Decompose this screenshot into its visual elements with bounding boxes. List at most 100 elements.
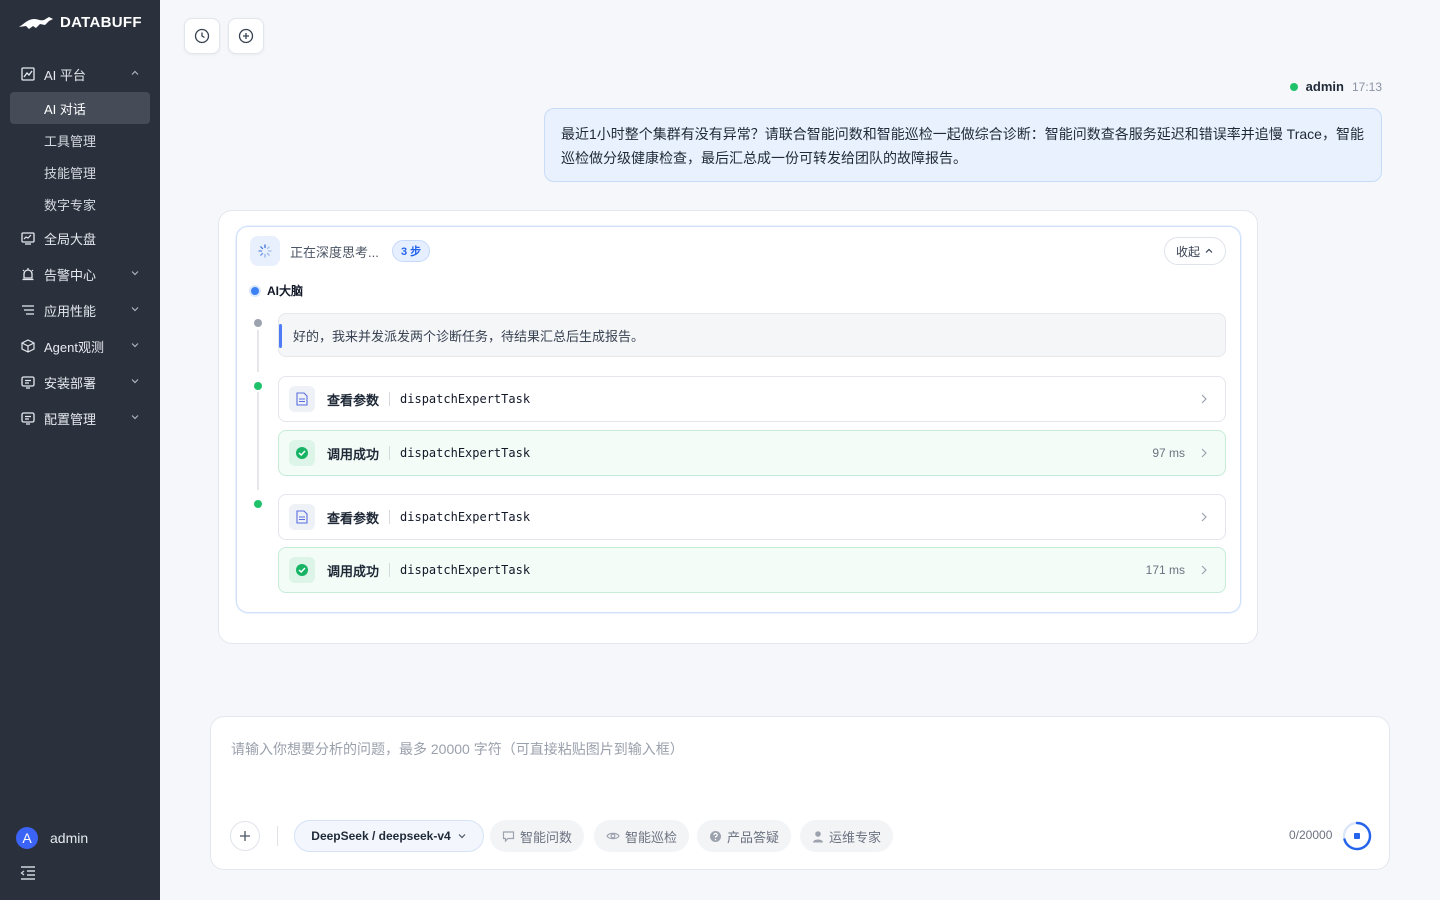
- chevron-down-icon: [458, 834, 466, 839]
- nav-ai-chat[interactable]: AI 对话: [10, 92, 150, 124]
- nav-ai-platform[interactable]: AI 平台: [10, 56, 150, 92]
- timeline-dot: [254, 382, 262, 390]
- user-message-bubble: 最近1小时整个集群有没有异常？请联合智能问数和智能巡检一起做综合诊断：智能问数查…: [544, 108, 1382, 182]
- thinking-spinner-icon: [250, 236, 280, 266]
- chip-smart-query[interactable]: 智能问数: [490, 820, 585, 852]
- chip-label: 产品答疑: [727, 829, 780, 845]
- sidebar-collapse-icon[interactable]: [20, 866, 36, 880]
- chat-icon: [502, 830, 515, 842]
- agent-dot: [251, 286, 259, 295]
- nav-label: AI 平台: [44, 67, 86, 83]
- plus-circle-icon: [238, 28, 254, 44]
- timeline-dot: [254, 319, 262, 327]
- nav-label: 配置管理: [44, 411, 97, 427]
- chevron-down-icon: [130, 412, 140, 422]
- check-circle-icon: [289, 440, 315, 466]
- thinking-status: 正在深度思考...: [290, 245, 379, 260]
- tool-call-params-row[interactable]: 查看参数 dispatchExpertTask: [278, 494, 1226, 540]
- steps-badge: 3 步: [392, 240, 431, 262]
- message-meta: admin 17:13: [1289, 79, 1382, 94]
- deploy-icon: [20, 374, 36, 390]
- chevron-right-icon: [1199, 447, 1209, 459]
- ai-chart-icon: [20, 66, 36, 82]
- alarm-icon: [20, 266, 36, 282]
- chip-label: 智能巡检: [625, 829, 678, 845]
- nav-install-deploy[interactable]: 安装部署: [10, 364, 150, 400]
- duration: 97 ms: [1152, 446, 1185, 460]
- tool-status-label: 调用成功: [327, 563, 380, 579]
- nav-config-management[interactable]: 配置管理: [10, 400, 150, 436]
- tool-name: dispatchExpertTask: [400, 510, 531, 524]
- duration: 171 ms: [1145, 563, 1185, 577]
- apm-icon: [20, 302, 36, 318]
- stop-generation-button[interactable]: [1342, 821, 1372, 851]
- history-button[interactable]: [184, 18, 220, 54]
- nav-label: 安装部署: [44, 375, 97, 391]
- user-name: admin: [50, 830, 89, 846]
- nav-label: 全局大盘: [44, 231, 97, 247]
- chevron-down-icon: [130, 340, 140, 350]
- tool-call-success-row[interactable]: 调用成功 dispatchExpertTask 97 ms: [278, 430, 1226, 476]
- nav-label: Agent观测: [44, 339, 104, 355]
- brand-logo[interactable]: DATABUFF: [18, 12, 142, 32]
- clock-icon: [194, 28, 210, 44]
- model-label: DeepSeek / deepseek-v4: [311, 829, 451, 843]
- agent-name: AI大脑: [267, 284, 304, 298]
- chip-label: 智能问数: [520, 829, 573, 845]
- eye-icon: [606, 832, 620, 840]
- panther-logo-icon: [19, 17, 53, 29]
- nav-tool-management[interactable]: 工具管理: [10, 124, 150, 156]
- tool-call-success-row[interactable]: 调用成功 dispatchExpertTask 171 ms: [278, 547, 1226, 593]
- question-icon: [710, 830, 721, 842]
- cube-icon: [20, 338, 36, 354]
- nav-digital-expert[interactable]: 数字专家: [10, 188, 150, 220]
- person-icon: [813, 830, 823, 842]
- message-time: 17:13: [1351, 79, 1382, 94]
- nav-global-dashboard[interactable]: 全局大盘: [10, 220, 150, 256]
- dashboard-icon: [20, 230, 36, 246]
- nav-app-performance[interactable]: 应用性能: [10, 292, 150, 328]
- message-author: admin: [1305, 79, 1344, 94]
- chevron-right-icon: [1199, 511, 1209, 523]
- chevron-right-icon: [1199, 564, 1209, 576]
- divider: [277, 826, 278, 846]
- agent-label: AI大脑: [251, 282, 303, 299]
- chevron-down-icon: [130, 268, 140, 278]
- chevron-up-icon: [130, 68, 140, 78]
- collapse-label: 收起: [1175, 244, 1200, 259]
- tool-name: dispatchExpertTask: [400, 446, 531, 460]
- nav-agent-observe[interactable]: Agent观测: [10, 328, 150, 364]
- tool-name: dispatchExpertTask: [400, 563, 531, 577]
- tool-call-params-row[interactable]: 查看参数 dispatchExpertTask: [278, 376, 1226, 422]
- document-icon: [289, 504, 315, 530]
- nav-label: 应用性能: [44, 303, 97, 319]
- chevron-down-icon: [130, 376, 140, 386]
- chip-smart-inspection[interactable]: 智能巡检: [594, 820, 690, 852]
- brand-name: DATABUFF: [60, 13, 142, 31]
- chip-ops-expert[interactable]: 运维专家: [800, 820, 894, 852]
- timeline-dot: [254, 500, 262, 508]
- chevron-down-icon: [130, 304, 140, 314]
- chevron-up-icon: [1205, 248, 1213, 253]
- new-chat-button[interactable]: [228, 18, 264, 54]
- timeline-line: [257, 392, 259, 490]
- avatar: A: [16, 827, 38, 849]
- divider: [389, 563, 391, 577]
- tool-name: dispatchExpertTask: [400, 392, 531, 406]
- chevron-right-icon: [1199, 393, 1209, 405]
- char-counter: 0/20000: [1289, 828, 1333, 842]
- divider: [389, 446, 391, 460]
- nav-skill-management[interactable]: 技能管理: [10, 156, 150, 188]
- tool-status-label: 查看参数: [327, 392, 380, 408]
- tool-status-label: 查看参数: [327, 510, 380, 526]
- stop-icon: [1342, 821, 1372, 851]
- sidebar: DATABUFF AI 平台 AI 对话 工具管理 技能管理 数字专家 全局大盘…: [0, 0, 160, 900]
- sidebar-nav: AI 平台 AI 对话 工具管理 技能管理 数字专家 全局大盘 告警中心 应用性…: [10, 56, 150, 436]
- nav-alarm-center[interactable]: 告警中心: [10, 256, 150, 292]
- attach-button[interactable]: [230, 821, 260, 851]
- user-menu[interactable]: A admin: [16, 827, 88, 849]
- collapse-button[interactable]: 收起: [1164, 237, 1226, 265]
- chip-product-qa[interactable]: 产品答疑: [697, 820, 792, 852]
- model-select[interactable]: DeepSeek / deepseek-v4: [294, 820, 484, 852]
- chat-input-placeholder[interactable]: 请输入你想要分析的问题，最多 20000 字符（可直接粘贴图片到输入框）: [231, 739, 684, 759]
